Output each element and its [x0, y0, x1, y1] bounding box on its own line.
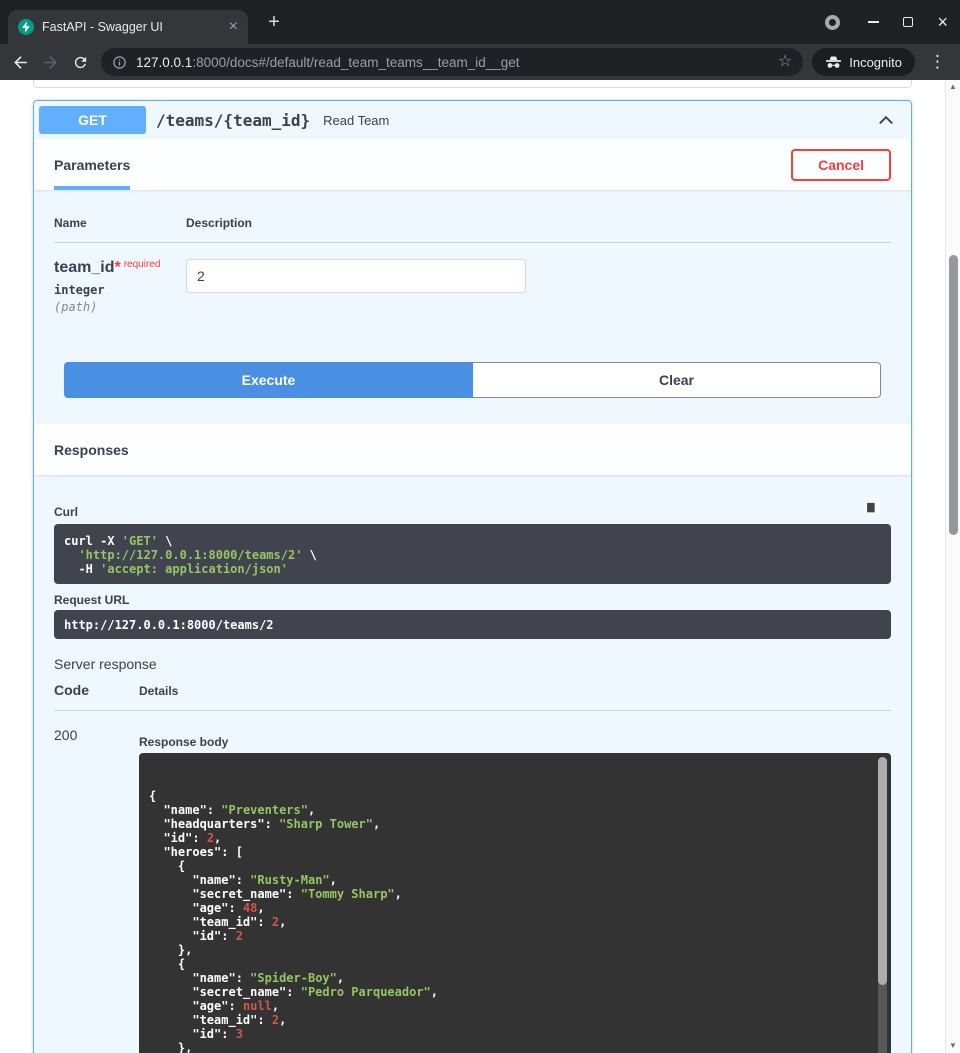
server-response-label: Server response [54, 656, 891, 672]
parameters-table-header: Name Description [54, 190, 891, 243]
response-body-code: { "name": "Preventers", "headquarters": … [149, 789, 881, 1053]
scroll-up-icon[interactable]: ▲ [946, 83, 960, 91]
minimize-button[interactable] [868, 21, 879, 23]
tab-close-icon[interactable]: × [229, 19, 238, 35]
col-details: Details [139, 684, 891, 698]
url-bar[interactable]: 127.0.0.1:8000/docs#/default/read_team_t… [101, 48, 803, 76]
scroll-down-icon[interactable]: ▼ [946, 1042, 960, 1050]
page-scrollbar[interactable]: ▲ ▼ [945, 80, 960, 1053]
reload-icon[interactable] [66, 48, 94, 76]
response-table-header: Code Details [54, 682, 891, 711]
browser-toolbar: 127.0.0.1:8000/docs#/default/read_team_t… [0, 44, 960, 80]
page-scrollbar-thumb[interactable] [949, 255, 958, 535]
parameter-name: team_id* required [54, 259, 186, 277]
parameter-type: integer [54, 283, 186, 297]
parameter-meta: team_id* required integer (path) [54, 259, 186, 314]
parameters-tab-label: Parameters [54, 157, 130, 173]
incognito-badge: Incognito [812, 48, 915, 76]
responses-body: Curl curl -X 'GET' \ 'http://127.0.0.1:8… [34, 475, 911, 1053]
parameters-body: Name Description team_id* required intege… [34, 190, 911, 398]
curl-command-block: curl -X 'GET' \ 'http://127.0.0.1:8000/t… [54, 524, 891, 584]
clear-button[interactable]: Clear [473, 362, 881, 398]
browser-window: FastAPI - Swagger UI × + × 127.0.0.1:800… [0, 0, 960, 1053]
response-scrollbar-thumb[interactable] [878, 757, 887, 985]
execute-row: Execute Clear [64, 362, 881, 398]
back-icon[interactable] [6, 48, 34, 76]
menu-dots-icon[interactable]: ⋮ [921, 52, 954, 72]
response-body-label: Response body [139, 735, 891, 749]
operation-summary: Read Team [323, 113, 389, 128]
team-id-input[interactable] [186, 259, 526, 293]
browser-tab[interactable]: FastAPI - Swagger UI × [8, 10, 248, 44]
request-url-label: Request URL [54, 593, 891, 607]
info-icon[interactable] [112, 55, 127, 70]
parameter-location: (path) [54, 300, 186, 314]
window-controls: × [825, 0, 948, 44]
parameter-value-cell [186, 259, 891, 314]
parameter-row: team_id* required integer (path) [54, 243, 891, 314]
page-content: GET /teams/{team_id} Read Team Parameter… [0, 80, 960, 1053]
col-code: Code [54, 682, 139, 698]
col-description: Description [186, 216, 891, 230]
close-button[interactable]: × [937, 13, 948, 31]
tab-parameters[interactable]: Parameters [54, 139, 130, 190]
response-row: 200 Response body { "name": "Preventers"… [54, 711, 891, 1053]
fastapi-favicon-icon [18, 19, 34, 35]
operation-path: /teams/{team_id} [156, 111, 310, 130]
forward-icon[interactable] [36, 48, 64, 76]
responses-title: Responses [54, 442, 129, 458]
incognito-icon [825, 55, 842, 70]
cancel-button[interactable]: Cancel [791, 149, 891, 181]
collapse-chevron-icon[interactable] [866, 108, 906, 132]
status-code: 200 [54, 727, 139, 1053]
browser-titlebar: FastAPI - Swagger UI × + × [0, 0, 960, 44]
response-details-cell: Response body { "name": "Preventers", "h… [139, 727, 891, 1053]
url-text: 127.0.0.1:8000/docs#/default/read_team_t… [136, 55, 769, 70]
url-path: :8000/docs#/default/read_team_teams__tea… [192, 55, 519, 70]
execute-button[interactable]: Execute [64, 362, 473, 398]
tab-title: FastAPI - Swagger UI [42, 20, 221, 34]
col-name: Name [54, 216, 186, 230]
response-body-block: { "name": "Preventers", "headquarters": … [139, 753, 891, 1053]
status-circle-icon[interactable] [825, 15, 840, 30]
opblock-get-teams: GET /teams/{team_id} Read Team Parameter… [33, 100, 912, 1053]
url-host: 127.0.0.1 [136, 55, 192, 70]
curl-label: Curl [54, 505, 891, 519]
opblock-summary[interactable]: GET /teams/{team_id} Read Team [34, 101, 911, 139]
request-url-block: http://127.0.0.1:8000/teams/2 [54, 610, 891, 639]
copy-to-clipboard-icon[interactable] [862, 496, 882, 516]
required-star: * [114, 259, 120, 276]
bookmark-star-icon[interactable]: ☆ [778, 54, 792, 70]
response-scrollbar[interactable] [878, 757, 887, 1053]
required-label: required [124, 259, 161, 270]
method-badge: GET [39, 106, 146, 134]
responses-section-header: Responses [34, 424, 911, 475]
parameter-name-text: team_id [54, 259, 114, 276]
new-tab-button[interactable]: + [260, 11, 288, 35]
parameters-section-header: Parameters Cancel [34, 139, 911, 190]
previous-block-edge [33, 80, 912, 88]
maximize-button[interactable] [903, 17, 913, 27]
incognito-label: Incognito [849, 55, 902, 70]
